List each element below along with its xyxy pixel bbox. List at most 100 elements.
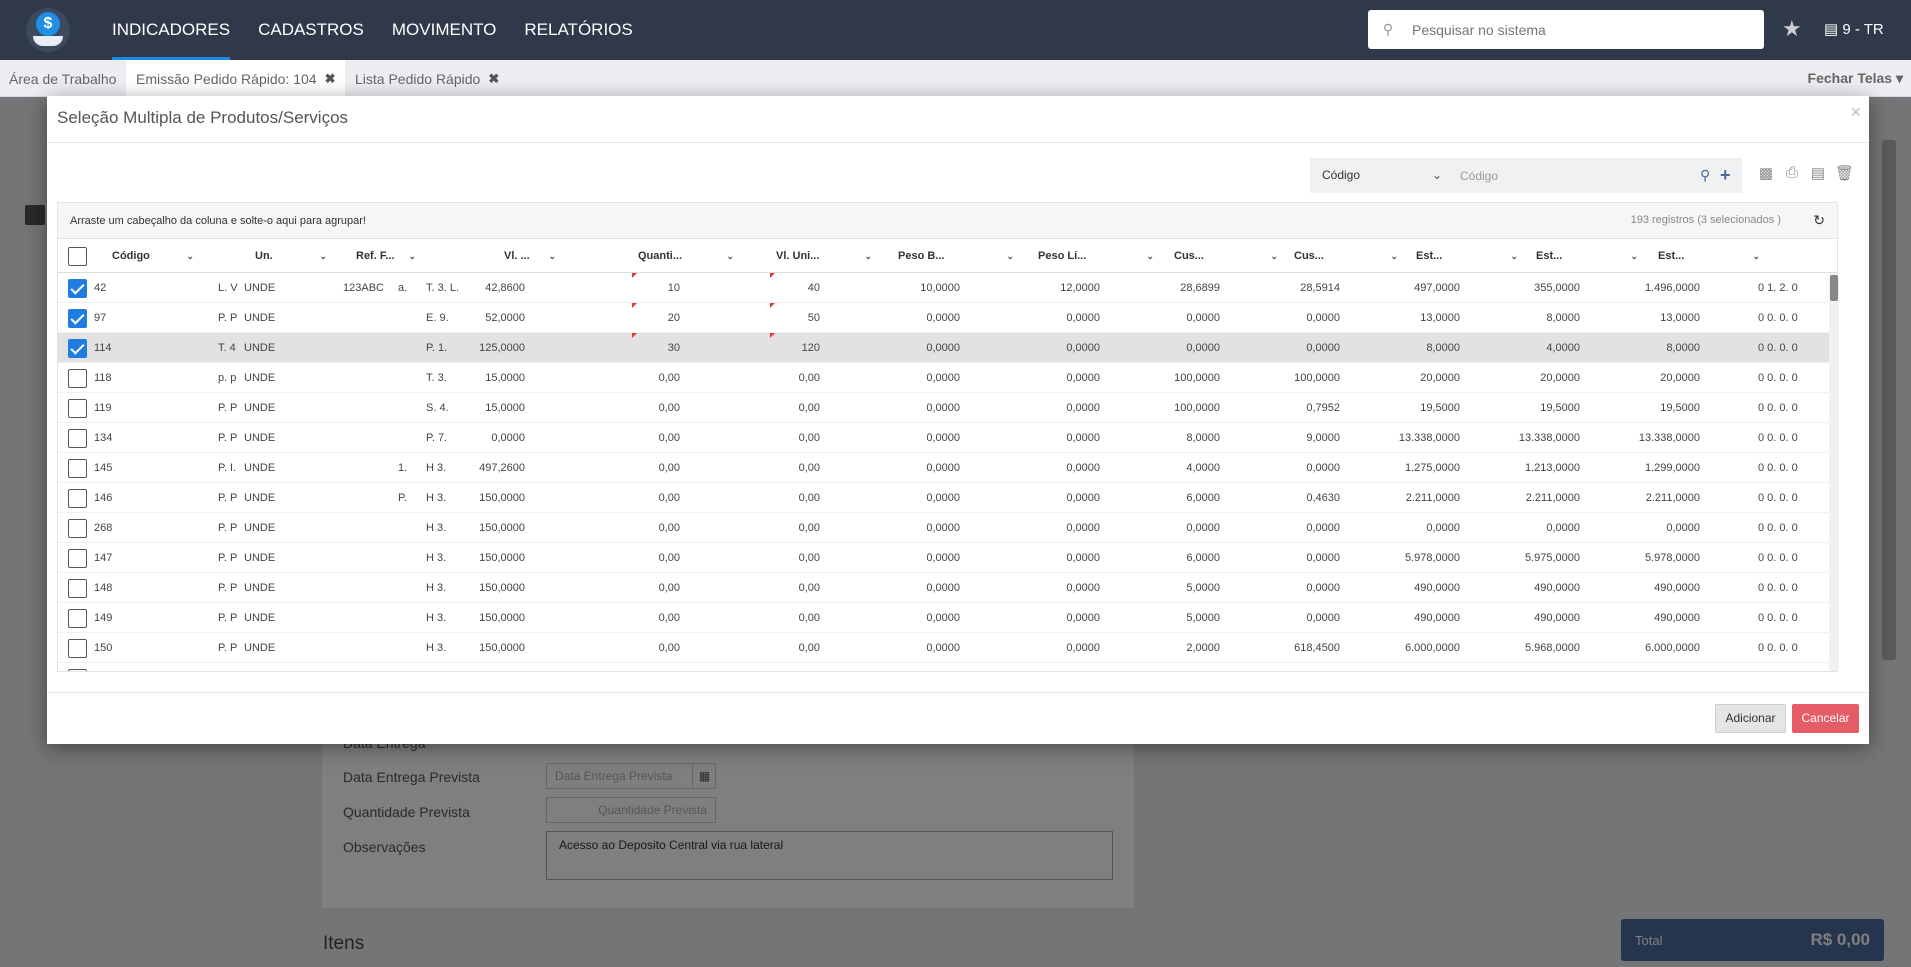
cell-vu[interactable]: 0,00 — [718, 663, 820, 671]
table-row[interactable]: 146 P. P UNDE P. H 3. 150,0000 0,00 0,00 0,0000 0… — [58, 483, 1829, 513]
table-row[interactable]: 114 T. 4 UNDE P. 1. 125,0000 30 120 0,0000 0,000… — [58, 333, 1829, 363]
menu-indicadores[interactable]: INDICADORES — [112, 0, 231, 60]
row-checkbox[interactable] — [68, 429, 87, 448]
menu-relatorios[interactable]: RELATÓRIOS — [524, 0, 632, 60]
chevron-down-icon[interactable]: ⌄ — [408, 239, 416, 273]
chevron-down-icon[interactable]: ⌄ — [1006, 239, 1014, 273]
filter-field-select[interactable]: Código ⌄ — [1310, 158, 1450, 193]
column-header[interactable]: Vl. Uni... ⌄ — [776, 239, 872, 273]
table-row[interactable]: 145 P. I. UNDE 1. H 3. 497,2600 0,00 0,00 0,0000… — [58, 453, 1829, 483]
row-checkbox[interactable] — [68, 339, 87, 358]
chevron-down-icon[interactable]: ⌄ — [864, 239, 872, 273]
column-header[interactable]: Cus... ⌄ — [1174, 239, 1278, 273]
cell-qty[interactable]: 0,00 — [578, 423, 680, 453]
row-checkbox[interactable] — [68, 489, 87, 508]
cell-qty[interactable]: 10 — [578, 273, 680, 303]
chevron-down-icon[interactable]: ⌄ — [186, 239, 194, 273]
cell-vu[interactable]: 0,00 — [718, 573, 820, 603]
menu-cadastros[interactable]: CADASTROS — [258, 0, 364, 60]
chevron-down-icon[interactable]: ⌄ — [1630, 239, 1638, 273]
company-selector[interactable]: ▤ 9 - TR — [1824, 20, 1884, 38]
tab-area-de-trabalho[interactable]: Área de Trabalho — [9, 60, 116, 97]
close-icon[interactable]: ✖ — [325, 71, 336, 87]
table-row[interactable]: 149 P. P UNDE H 3. 150,0000 0,00 0,00 0,0000 0,0… — [58, 603, 1829, 633]
table-row[interactable]: 97 P. P UNDE E. 9. 52,0000 20 50 0,0000 0,0000 0,… — [58, 303, 1829, 333]
search-input[interactable] — [1408, 20, 1764, 39]
tab-lista-pedido[interactable]: Lista Pedido Rápido ✖ — [355, 60, 499, 97]
cell-qty[interactable]: 0,00 — [578, 543, 680, 573]
print-icon[interactable]: ⎙ — [1783, 164, 1801, 182]
column-header[interactable]: Código ⌄ — [112, 239, 194, 273]
chevron-down-icon[interactable]: ⌄ — [319, 239, 327, 273]
grid-scrollbar[interactable] — [1829, 273, 1839, 671]
close-icon[interactable]: × — [1850, 102, 1861, 123]
cell-vu[interactable]: 40 — [718, 273, 820, 303]
filter-input[interactable]: Código — [1450, 169, 1700, 183]
chevron-down-icon[interactable]: ⌄ — [1390, 239, 1398, 273]
column-header[interactable] — [218, 239, 240, 273]
column-header[interactable]: Est... ⌄ — [1536, 239, 1638, 273]
logo-icon[interactable]: $ — [22, 6, 74, 54]
cell-vu[interactable]: 0,00 — [718, 483, 820, 513]
cell-vu[interactable]: 0,00 — [718, 453, 820, 483]
row-checkbox[interactable] — [68, 459, 87, 478]
chevron-down-icon[interactable]: ⌄ — [1146, 239, 1154, 273]
column-header[interactable]: Quanti... ⌄ — [638, 239, 734, 273]
refresh-icon[interactable]: ↻ — [1813, 212, 1825, 229]
row-checkbox[interactable] — [68, 369, 87, 388]
page-scrollbar[interactable] — [1882, 140, 1896, 660]
group-drop-area[interactable]: Arraste um cabeçalho da coluna e solte-o… — [58, 203, 1837, 239]
add-button[interactable]: Adicionar — [1715, 704, 1786, 733]
chevron-down-icon[interactable]: ⌄ — [1270, 239, 1278, 273]
table-row[interactable]: 151 P. P UNDE H 3.150,0000 0,00 0,00 0,0000 0,0… — [58, 663, 1829, 671]
cell-vu[interactable]: 0,00 — [718, 543, 820, 573]
column-header[interactable]: Est... ⌄ — [1416, 239, 1518, 273]
column-header[interactable]: Un. ⌄ — [255, 239, 327, 273]
cell-qty[interactable]: 0,00 — [578, 603, 680, 633]
chevron-down-icon[interactable]: ⌄ — [1752, 239, 1760, 273]
cell-qty[interactable]: 0,00 — [578, 453, 680, 483]
column-header[interactable] — [1768, 239, 1828, 273]
cell-qty[interactable]: 0,00 — [578, 483, 680, 513]
table-row[interactable]: 268 P. P UNDE H 3. 150,0000 0,00 0,00 0,0000 0,0… — [58, 513, 1829, 543]
cell-vu[interactable]: 0,00 — [718, 513, 820, 543]
column-header[interactable]: Vl. ... ⌄ — [504, 239, 556, 273]
row-checkbox[interactable] — [68, 279, 87, 298]
table-row[interactable]: 42 L. V UNDE 123ABC a. T. 3. L. 42,8600 10 40 10,… — [58, 273, 1829, 303]
table-row[interactable]: 134 P. P UNDE P. 7. 0,0000 0,00 0,00 0,0000 0,00… — [58, 423, 1829, 453]
column-header[interactable]: Cus... ⌄ — [1294, 239, 1398, 273]
tab-emissao-pedido[interactable]: Emissão Pedido Rápido: 104 ✖ — [126, 60, 346, 97]
row-checkbox[interactable] — [68, 519, 87, 538]
row-checkbox[interactable] — [68, 309, 87, 328]
cell-qty[interactable]: 0,00 — [578, 633, 680, 663]
save-icon[interactable]: ▤ — [1809, 164, 1827, 182]
cell-qty[interactable]: 0,00 — [578, 663, 680, 671]
cell-vu[interactable]: 120 — [718, 333, 820, 363]
row-checkbox[interactable] — [68, 669, 87, 671]
row-checkbox[interactable] — [68, 399, 87, 418]
column-header[interactable]: Peso Lí... ⌄ — [1038, 239, 1154, 273]
cancel-button[interactable]: Cancelar — [1792, 704, 1859, 733]
plus-icon[interactable]: + — [1720, 165, 1742, 186]
menu-movimento[interactable]: MOVIMENTO — [392, 0, 497, 60]
row-checkbox[interactable] — [68, 639, 87, 658]
cell-qty[interactable]: 30 — [578, 333, 680, 363]
excel-icon[interactable]: ▩ — [1757, 164, 1775, 182]
cell-qty[interactable]: 0,00 — [578, 363, 680, 393]
chevron-down-icon[interactable]: ⌄ — [548, 239, 556, 273]
close-icon[interactable]: ✖ — [488, 71, 499, 87]
star-icon[interactable]: ★ — [1782, 16, 1802, 42]
cell-vu[interactable]: 50 — [718, 303, 820, 333]
column-header[interactable]: Peso B... ⌄ — [898, 239, 1014, 273]
column-header[interactable]: Ref. F... ⌄ — [356, 239, 416, 273]
table-row[interactable]: 118 p. p UNDE T. 3. 15,0000 0,00 0,00 0,0000 0,0… — [58, 363, 1829, 393]
cell-qty[interactable]: 0,00 — [578, 513, 680, 543]
search-icon[interactable]: ⚲ — [1700, 167, 1720, 184]
cell-vu[interactable]: 0,00 — [718, 423, 820, 453]
cell-vu[interactable]: 0,00 — [718, 603, 820, 633]
cell-vu[interactable]: 0,00 — [718, 393, 820, 423]
table-row[interactable]: 147 P. P UNDE H 3. 150,0000 0,00 0,00 0,0000 0,0… — [58, 543, 1829, 573]
chevron-down-icon[interactable]: ⌄ — [1510, 239, 1518, 273]
close-all-tabs[interactable]: Fechar Telas ▾ — [1808, 70, 1903, 87]
cell-qty[interactable]: 20 — [578, 303, 680, 333]
